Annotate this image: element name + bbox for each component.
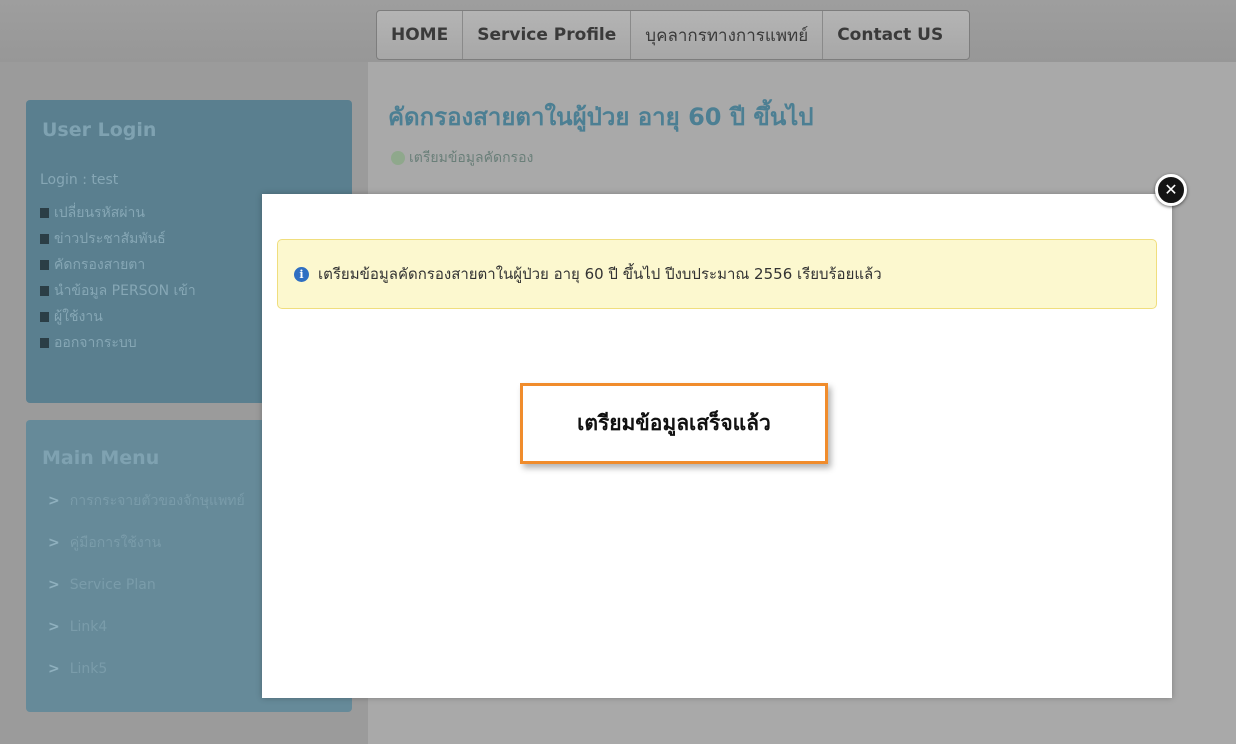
- close-icon: ✕: [1164, 180, 1178, 199]
- chevron-right-icon: >: [48, 619, 60, 635]
- main-menu-title: Main Menu: [42, 447, 160, 469]
- login-links: เปลี่ยนรหัสผ่าน ข่าวประชาสัมพันธ์ คัดกรอ…: [40, 200, 196, 356]
- link-label: เปลี่ยนรหัสผ่าน: [54, 205, 145, 221]
- link-users[interactable]: ผู้ใช้งาน: [40, 304, 196, 330]
- link-logout[interactable]: ออกจากระบบ: [40, 330, 196, 356]
- nav-home[interactable]: HOME: [377, 11, 464, 59]
- menu-item-service-plan[interactable]: > Service Plan: [48, 564, 245, 606]
- link-label: ข่าวประชาสัมพันธ์: [54, 231, 166, 247]
- menu-item-link5[interactable]: > Link5: [48, 648, 245, 690]
- check-icon: [391, 151, 405, 165]
- link-news[interactable]: ข่าวประชาสัมพันธ์: [40, 226, 196, 252]
- menu-item-ophthalmologist-distribution[interactable]: > การกระจายตัวของจักษุแพทย์: [48, 480, 245, 522]
- status-line: เตรียมข้อมูลคัดกรอง: [391, 147, 533, 169]
- main-menu-list: > การกระจายตัวของจักษุแพทย์ > คู่มือการใช้…: [48, 480, 245, 690]
- completion-callout: เตรียมข้อมูลเสร็จแล้ว: [520, 383, 828, 464]
- menu-item-label: การกระจายตัวของจักษุแพทย์: [69, 493, 245, 509]
- close-button[interactable]: ✕: [1155, 174, 1187, 206]
- link-label: ออกจากระบบ: [54, 335, 137, 351]
- completion-message: เตรียมข้อมูลเสร็จแล้ว: [577, 411, 771, 435]
- top-nav: HOME Service Profile บุคลากรทางการแพทย์ …: [376, 10, 971, 60]
- menu-item-label: Service Plan: [69, 577, 156, 593]
- link-label: ผู้ใช้งาน: [54, 309, 103, 325]
- nav-contact-us[interactable]: Contact US: [823, 11, 969, 59]
- menu-item-link4[interactable]: > Link4: [48, 606, 245, 648]
- user-login-title: User Login: [42, 119, 157, 141]
- menu-item-label: Link4: [69, 619, 108, 635]
- alert-message: เตรียมข้อมูลคัดกรองสายตาในผู้ป่วย อายุ 6…: [318, 265, 882, 283]
- chevron-right-icon: >: [48, 577, 60, 593]
- bullet-icon: [40, 338, 49, 348]
- menu-item-label: คู่มือการใช้งาน: [69, 535, 162, 551]
- link-label: คัดกรองสายตา: [54, 257, 146, 273]
- link-import-person[interactable]: นำข้อมูล PERSON เข้า: [40, 278, 196, 304]
- chevron-right-icon: >: [48, 535, 60, 551]
- bullet-icon: [40, 312, 49, 322]
- login-user-line: Login : test: [40, 172, 119, 188]
- link-label: นำข้อมูล PERSON เข้า: [54, 283, 196, 299]
- bullet-icon: [40, 234, 49, 244]
- link-change-password[interactable]: เปลี่ยนรหัสผ่าน: [40, 200, 196, 226]
- menu-item-user-manual[interactable]: > คู่มือการใช้งาน: [48, 522, 245, 564]
- menu-item-label: Link5: [69, 661, 108, 677]
- chevron-right-icon: >: [48, 661, 60, 677]
- nav-medical-staff[interactable]: บุคลากรทางการแพทย์: [631, 11, 824, 59]
- chevron-right-icon: >: [48, 493, 60, 509]
- nav-service-profile[interactable]: Service Profile: [463, 11, 632, 59]
- info-icon: i: [294, 266, 309, 282]
- bullet-icon: [40, 260, 49, 270]
- info-alert: i เตรียมข้อมูลคัดกรองสายตาในผู้ป่วย อายุ…: [277, 239, 1157, 309]
- link-eye-screening[interactable]: คัดกรองสายตา: [40, 252, 196, 278]
- status-text: เตรียมข้อมูลคัดกรอง: [409, 150, 534, 166]
- bullet-icon: [40, 208, 49, 218]
- page-title: คัดกรองสายตาในผู้ป่วย อายุ 60 ปี ขึ้นไป: [388, 103, 814, 131]
- bullet-icon: [40, 286, 49, 296]
- modal-dialog: i เตรียมข้อมูลคัดกรองสายตาในผู้ป่วย อายุ…: [262, 194, 1172, 698]
